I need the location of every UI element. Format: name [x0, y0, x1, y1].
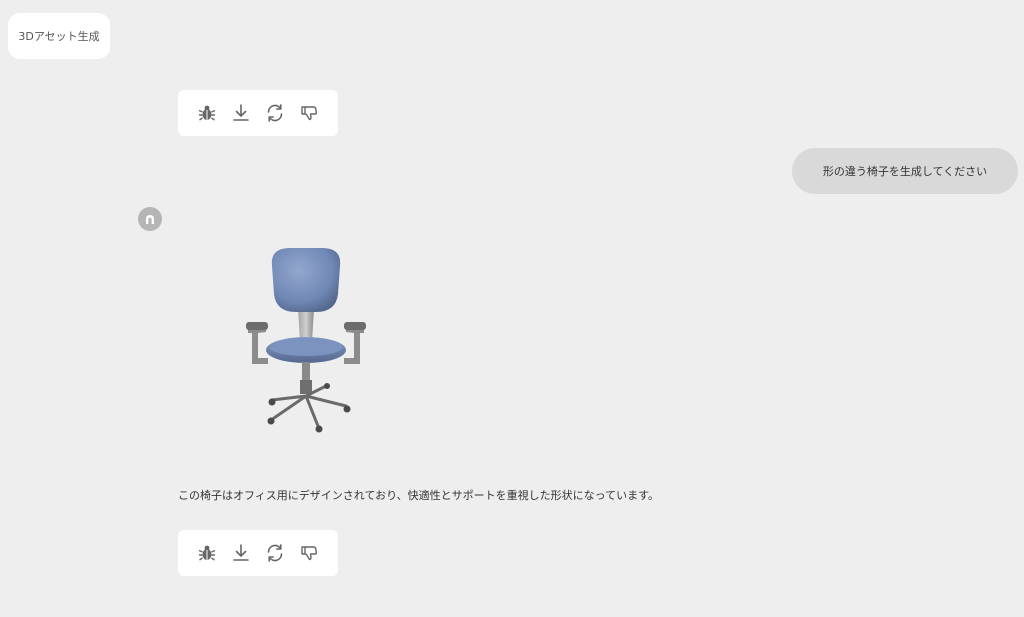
thumbs-down-icon [301, 546, 318, 561]
assistant-logo-icon [146, 215, 154, 224]
bug-icon [198, 105, 216, 121]
message-actions-toolbar-bottom [178, 530, 338, 576]
regenerate-button[interactable] [264, 542, 286, 564]
user-message-bubble: 形の違う椅子を生成してください [792, 148, 1018, 194]
assistant-reply-text: この椅子はオフィス用にデザインされており、快適性とサポートを重視した形状になって… [178, 489, 660, 502]
regenerate-icon [267, 104, 283, 122]
message-actions-toolbar [178, 90, 338, 136]
chat-page: 3Dアセット生成 形の違う椅子を生成してください この椅子はオフィス用にデザイン… [0, 0, 1024, 617]
asset-generation-tag[interactable]: 3Dアセット生成 [8, 13, 110, 59]
bug-icon [198, 545, 216, 561]
download-icon [233, 544, 249, 561]
thumbs-down-button[interactable] [298, 542, 320, 564]
user-message-text: 形の違う椅子を生成してください [822, 165, 988, 178]
thumbs-down-icon [301, 106, 318, 121]
download-button[interactable] [230, 102, 252, 124]
download-icon [233, 104, 249, 121]
regenerate-button[interactable] [264, 102, 286, 124]
report-bug-button[interactable] [196, 542, 218, 564]
generated-3d-model-view[interactable] [230, 236, 380, 436]
assistant-avatar [138, 207, 162, 231]
thumbs-down-button[interactable] [298, 102, 320, 124]
report-bug-button[interactable] [196, 102, 218, 124]
asset-generation-tag-label: 3Dアセット生成 [18, 30, 100, 43]
regenerate-icon [267, 544, 283, 562]
office-chair-model-image [246, 248, 366, 433]
download-button[interactable] [230, 542, 252, 564]
